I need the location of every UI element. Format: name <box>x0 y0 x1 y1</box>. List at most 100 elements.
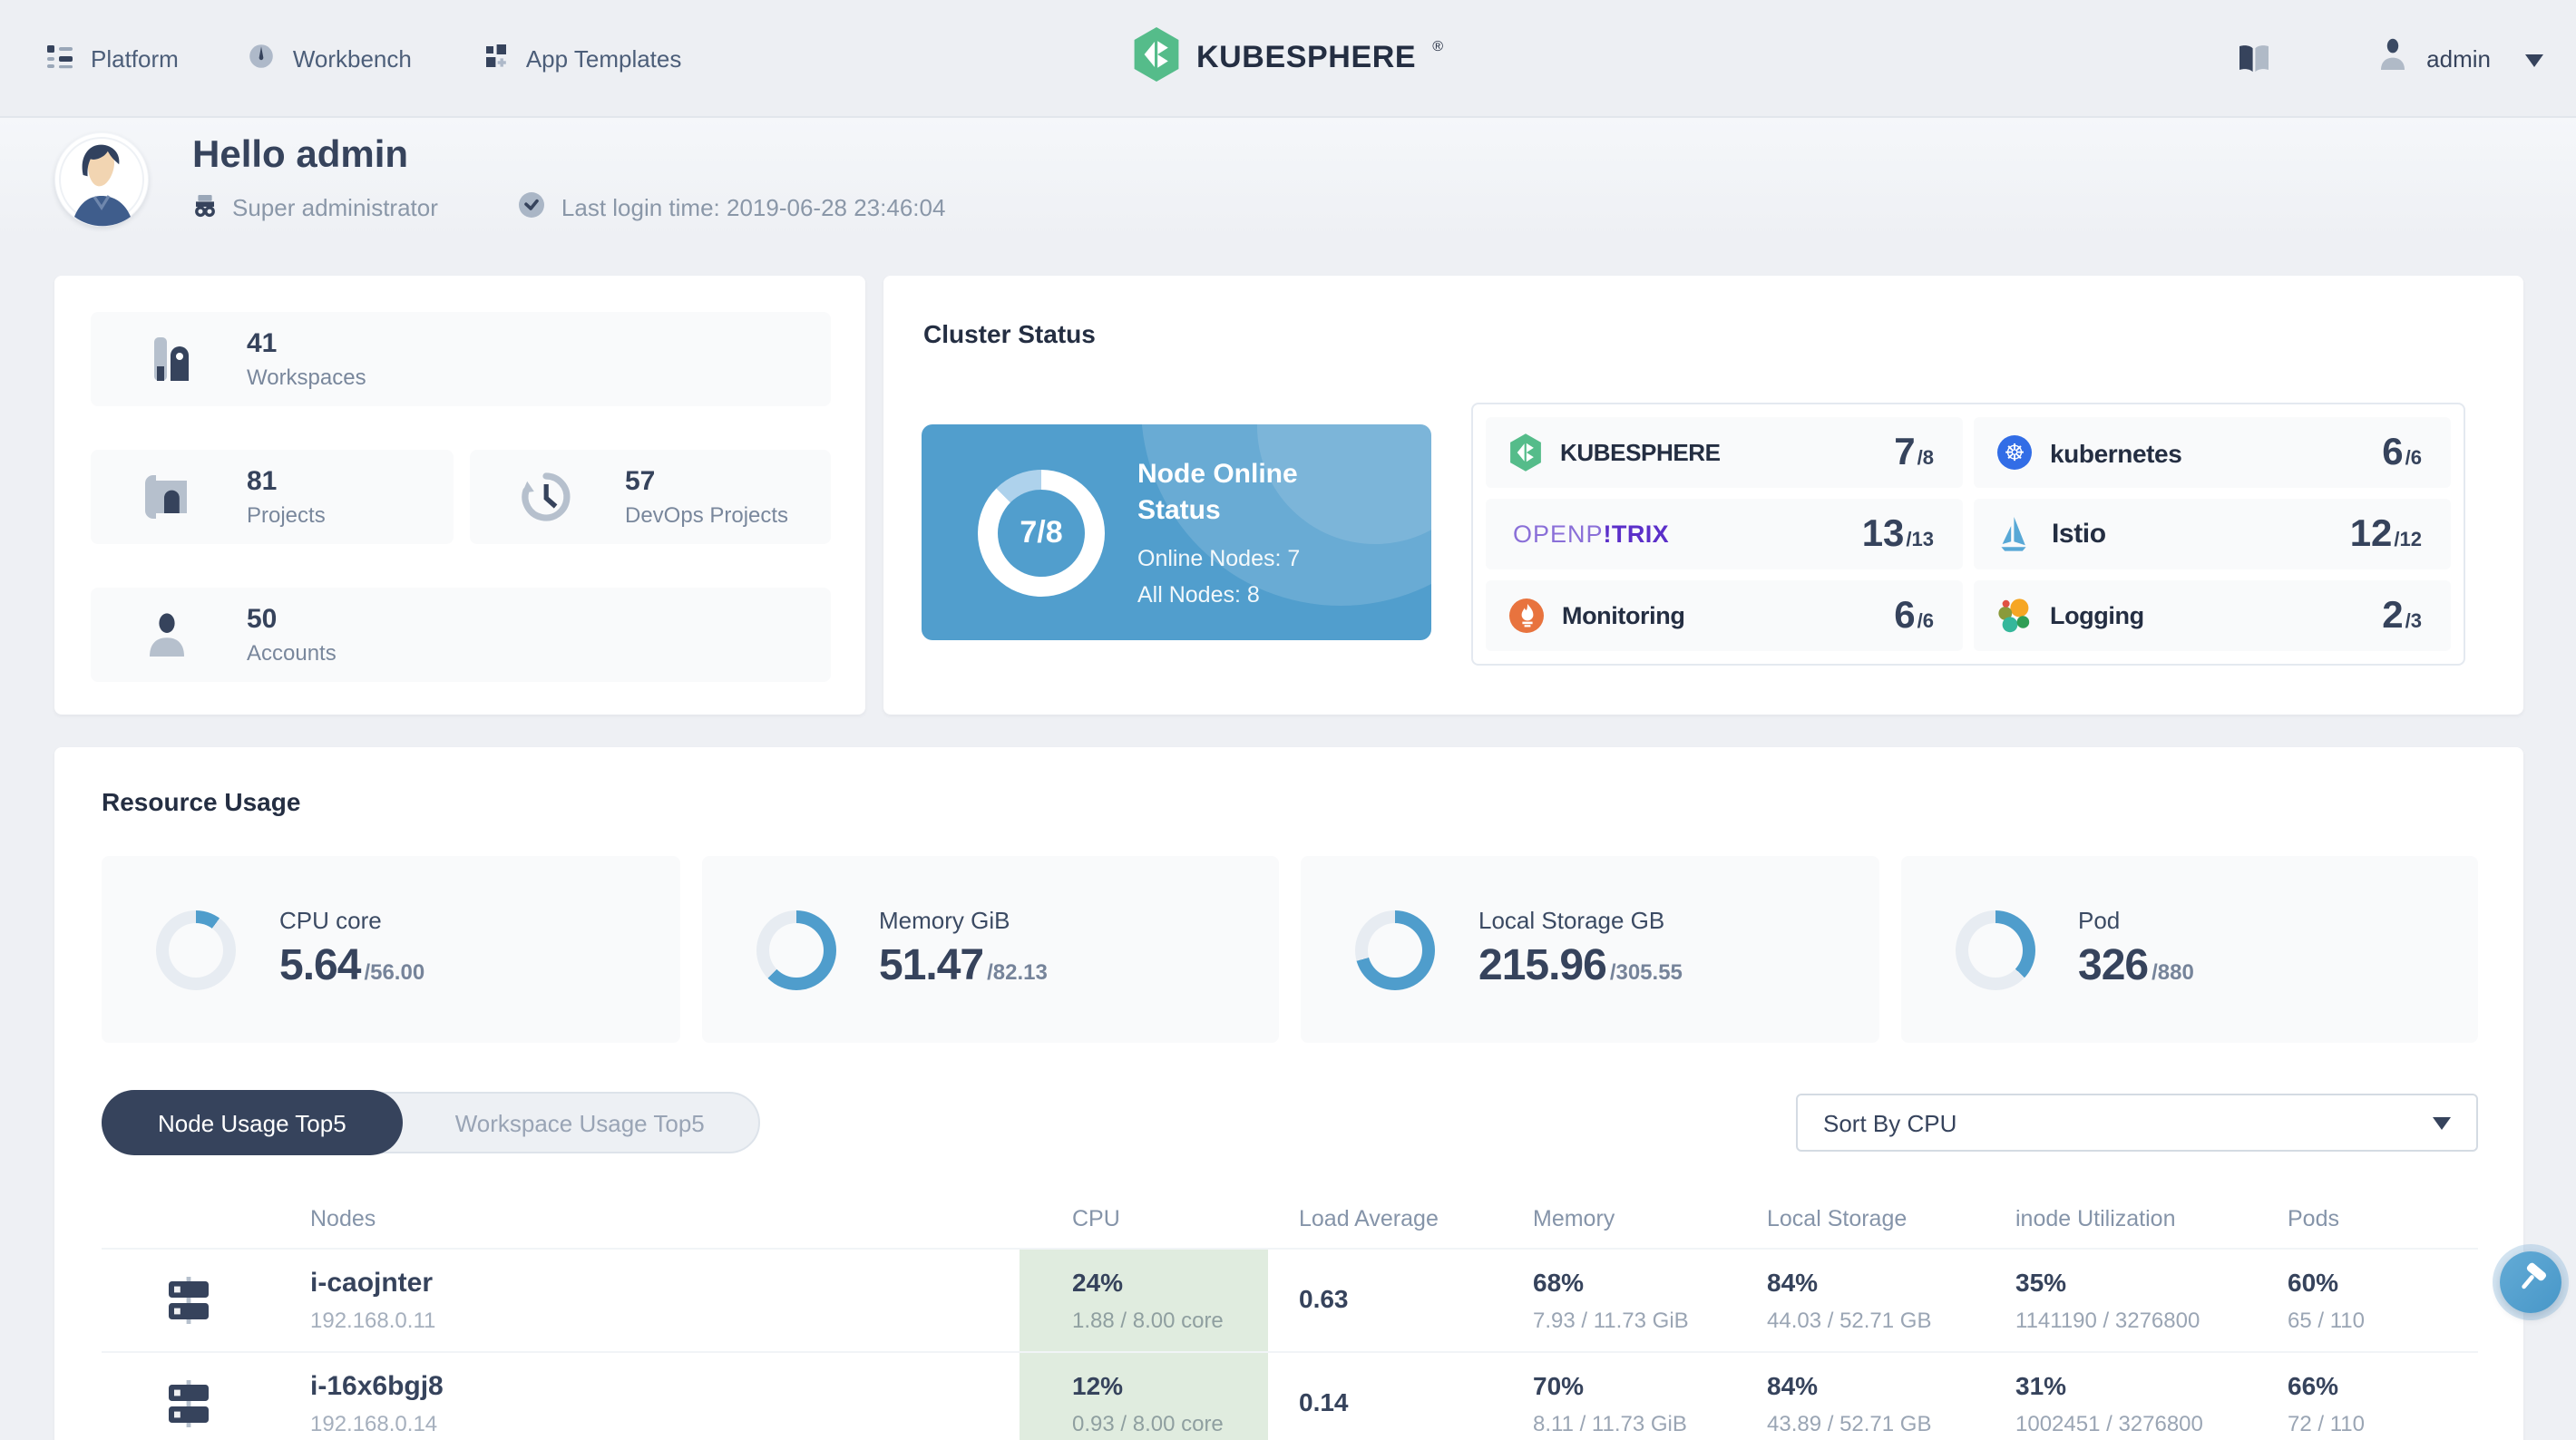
inode-cell: 31% 1002451 / 3276800 <box>2015 1371 2203 1436</box>
table-row[interactable]: i-caojnter 192.168.0.11 24% 1.88 / 8.00 … <box>102 1248 2478 1351</box>
kubesphere-logo[interactable]: KUBESPHERE ® <box>1133 26 1443 90</box>
resource-gauges: CPU core 5.64/56.00 Memory GiB 51.47/82.… <box>102 856 2478 1043</box>
sort-by-value: Sort By CPU <box>1823 1109 1957 1136</box>
node-icon <box>165 1277 310 1324</box>
workbench-icon <box>248 41 277 75</box>
user-menu[interactable]: admin <box>2377 37 2543 79</box>
component-kubernetes: ☸ kubernetes 6/6 <box>1974 417 2451 488</box>
gauge-total: /880 <box>2152 959 2194 985</box>
pods-cell: 66% 72 / 110 <box>2288 1371 2365 1436</box>
main-content: 41 Workspaces 81 Projects 57 DevOps Proj… <box>0 241 2576 1440</box>
component-istio: Istio 12/12 <box>1974 499 2451 569</box>
col-inode-utilization: inode Utilization <box>2015 1206 2176 1231</box>
welcome-meta: Super administrator Last login time: 201… <box>192 190 945 225</box>
stat-tile-workspaces[interactable]: 41 Workspaces <box>91 312 831 406</box>
stat-tile-devops[interactable]: 57 DevOps Projects <box>469 450 831 544</box>
col-pods: Pods <box>2288 1206 2339 1231</box>
sort-by-dropdown[interactable]: Sort By CPU <box>1796 1094 2478 1152</box>
component-name: KUBESPHERE <box>1560 439 1721 466</box>
col-local-storage: Local Storage <box>1767 1206 1908 1231</box>
component-value: 6 <box>1894 594 1916 636</box>
gauge-used: 5.64 <box>279 941 361 990</box>
cpu-cell: 24% 1.88 / 8.00 core <box>1020 1250 1268 1351</box>
kubesphere-dashboard: Platform Workbench App Templates KUBESPH… <box>0 0 2576 1440</box>
user-icon <box>2377 37 2406 79</box>
istio-icon <box>1997 516 2030 552</box>
tab-node-usage-top5[interactable]: Node Usage Top5 <box>102 1090 403 1155</box>
storage-cell: 84% 43.89 / 52.71 GB <box>1767 1371 1932 1436</box>
stat-label: DevOps Projects <box>625 502 789 528</box>
role-label: Super administrator <box>232 194 438 221</box>
last-login-icon <box>518 190 547 225</box>
table-row[interactable]: i-16x6bgj8 192.168.0.14 12% 0.93 / 8.00 … <box>102 1351 2478 1440</box>
gauge-total: /305.55 <box>1609 959 1683 985</box>
stat-label: Workspaces <box>247 365 366 390</box>
gauge-local-storage: Local Storage GB 215.96/305.55 <box>1301 856 1878 1043</box>
component-value: 7 <box>1894 431 1916 472</box>
component-total: /6 <box>1917 610 1934 632</box>
role-item: Super administrator <box>192 192 438 223</box>
memory-cell: 68% 7.93 / 11.73 GiB <box>1533 1268 1689 1333</box>
brand-wordmark: KUBESPHERE <box>1196 40 1417 74</box>
gauge-memory: Memory GiB 51.47/82.13 <box>701 856 1279 1043</box>
node-usage-table: Nodes CPU Load Average Memory Local Stor… <box>102 1190 2478 1440</box>
registered-mark: ® <box>1432 37 1443 54</box>
gauge-label: Memory GiB <box>879 907 1010 934</box>
workspaces-icon <box>140 332 194 386</box>
tab-workspace-usage-top5[interactable]: Workspace Usage Top5 <box>401 1092 759 1153</box>
component-total: /3 <box>2405 610 2422 632</box>
component-name: Istio <box>2052 519 2106 550</box>
gauge-label: Pod <box>2078 907 2121 934</box>
nav-item-platform[interactable]: Platform <box>45 41 179 75</box>
usage-tabs: Node Usage Top5 Workspace Usage Top5 <box>102 1090 761 1155</box>
inode-cell: 35% 1141190 / 3276800 <box>2015 1268 2200 1333</box>
component-value: 2 <box>2382 594 2404 636</box>
nav-item-label: Workbench <box>292 44 412 72</box>
kubesphere-hex-icon <box>1133 26 1180 90</box>
node-name[interactable]: i-caojnter <box>310 1268 1020 1299</box>
stat-value: 57 <box>625 466 656 497</box>
stat-value: 81 <box>247 466 278 497</box>
toolbox-fab-button[interactable] <box>2500 1251 2561 1313</box>
gauge-label: Local Storage GB <box>1478 907 1665 934</box>
kubesphere-mini-icon <box>1509 433 1542 472</box>
all-nodes: All Nodes: 8 <box>1137 582 1260 608</box>
component-total: /12 <box>2394 529 2422 550</box>
load-cell: 0.63 <box>1299 1284 1349 1313</box>
platform-icon <box>45 41 74 75</box>
cluster-status-title: Cluster Status <box>923 319 1096 348</box>
hammer-icon <box>2515 1262 2546 1302</box>
stats-card: 41 Workspaces 81 Projects 57 DevOps Proj… <box>54 276 865 715</box>
caret-down-icon <box>2525 54 2543 75</box>
gauge-total: /82.13 <box>987 959 1048 985</box>
nav-right: admin <box>2234 37 2543 79</box>
avatar <box>54 132 149 227</box>
col-load-average: Load Average <box>1299 1206 1439 1231</box>
component-value: 6 <box>2382 431 2404 472</box>
node-online-status-panel[interactable]: 7/8 Node Online Status Online Nodes: 7 A… <box>922 424 1431 640</box>
top-nav: Platform Workbench App Templates KUBESPH… <box>0 0 2576 118</box>
nav-item-workbench[interactable]: Workbench <box>248 41 412 75</box>
pods-cell: 60% 65 / 110 <box>2288 1268 2365 1333</box>
col-cpu: CPU <box>1072 1206 1120 1231</box>
gauge-pod: Pod 326/880 <box>1900 856 2478 1043</box>
docs-book-icon[interactable] <box>2234 43 2272 73</box>
component-value: 12 <box>2349 512 2393 554</box>
nav-item-app-templates[interactable]: App Templates <box>481 41 681 75</box>
component-openpitrix: OPENP !TRIX 13/13 <box>1486 499 1963 569</box>
stat-tile-accounts[interactable]: 50 Accounts <box>91 588 831 682</box>
caret-down-icon <box>2433 1117 2451 1139</box>
openpitrix-logo: OPENP <box>1513 521 1604 548</box>
stat-label: Accounts <box>247 640 337 666</box>
stat-tile-projects[interactable]: 81 Projects <box>91 450 453 544</box>
node-status-ratio: 7/8 <box>1020 514 1063 549</box>
logging-icon <box>1997 598 2032 633</box>
gauge-total: /56.00 <box>364 959 425 985</box>
devops-history-icon <box>518 470 572 524</box>
component-name: Monitoring <box>1562 602 1685 629</box>
cluster-components-grid: KUBESPHERE 7/8 ☸ kubernetes 6/6 OPENP !TR… <box>1471 403 2465 666</box>
gauge-used: 215.96 <box>1478 941 1607 990</box>
component-logging: Logging 2/3 <box>1974 580 2451 651</box>
node-name[interactable]: i-16x6bgj8 <box>310 1371 1020 1402</box>
memory-gauge-donut <box>756 910 835 989</box>
